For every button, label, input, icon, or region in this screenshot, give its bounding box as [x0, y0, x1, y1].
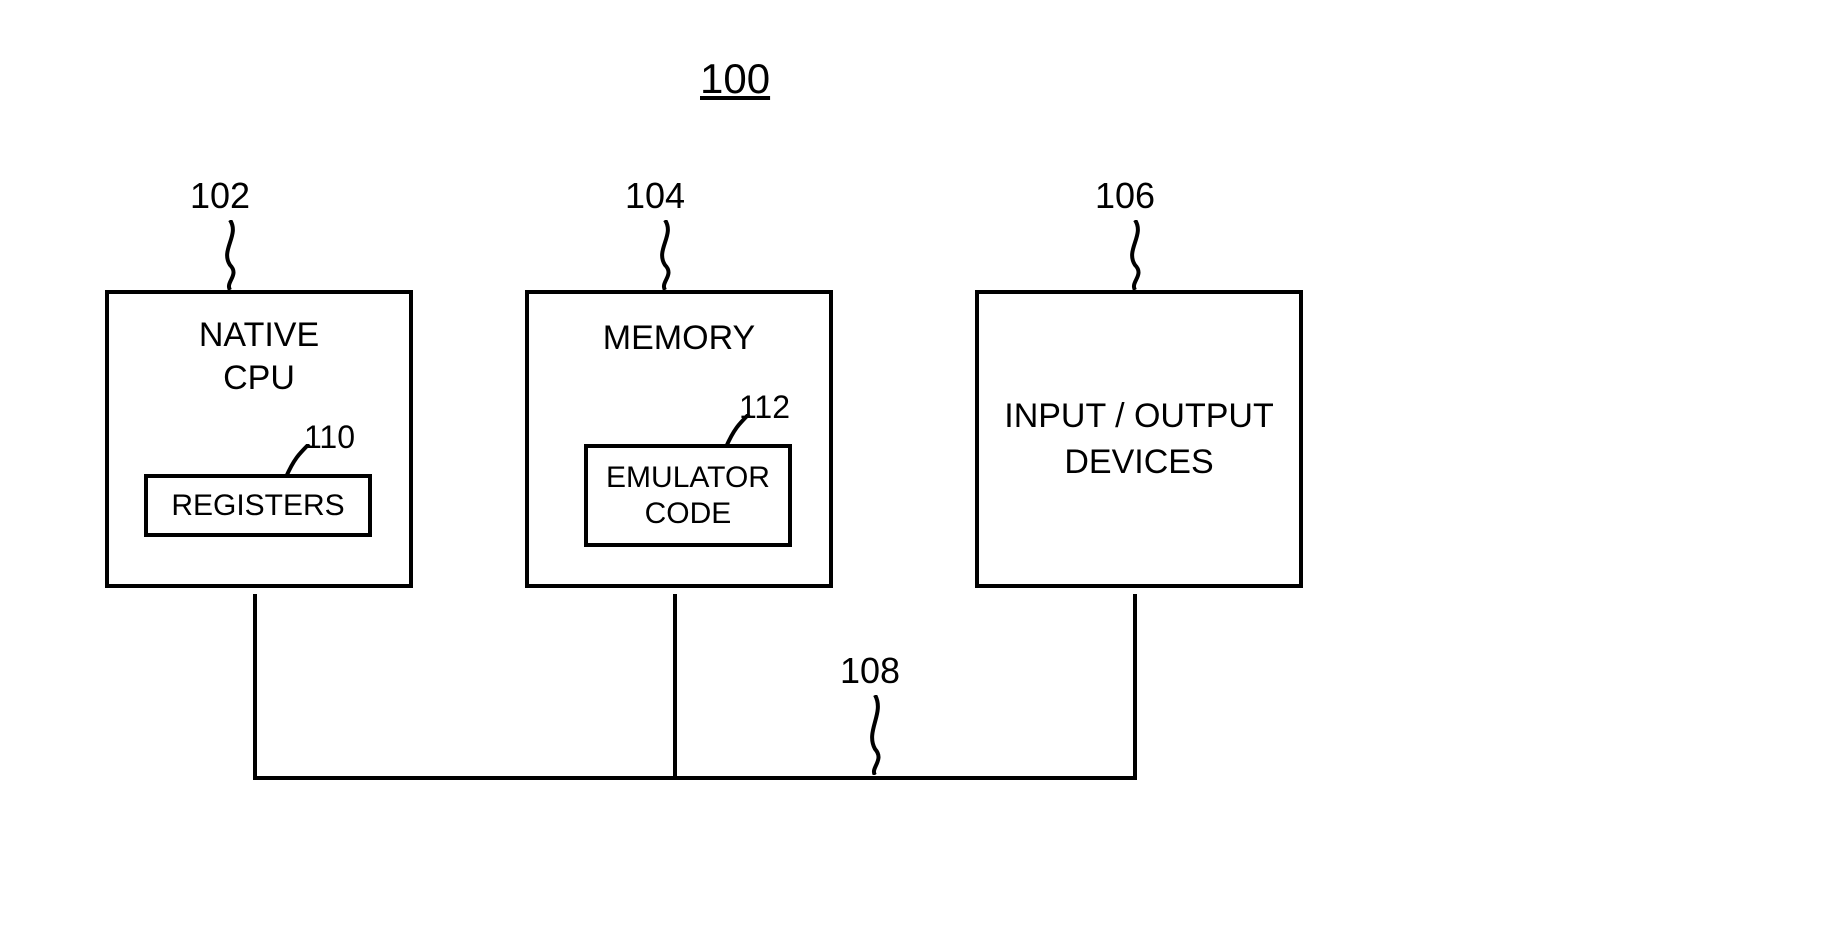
leader-108	[860, 695, 890, 775]
io-title: INPUT / OUTPUT DEVICES	[979, 394, 1299, 486]
box-native-cpu: NATIVE CPU REGISTERS 110	[105, 290, 413, 588]
box-emulator-code: EMULATOR CODE	[584, 444, 792, 547]
ref-102: 102	[190, 175, 250, 217]
leader-102	[215, 220, 245, 290]
emulator-label: EMULATOR CODE	[606, 460, 770, 532]
leader-112	[724, 414, 754, 449]
box-io-devices: INPUT / OUTPUT DEVICES	[975, 290, 1303, 588]
leader-106	[1120, 220, 1150, 290]
cpu-title: NATIVE CPU	[109, 314, 409, 399]
diagram-canvas: 100 102 104 106 NATIVE CPU REGISTERS 110…	[0, 0, 1835, 927]
box-registers: REGISTERS	[144, 474, 372, 537]
bus-drop-mem	[673, 594, 677, 780]
ref-106: 106	[1095, 175, 1155, 217]
ref-104: 104	[625, 175, 685, 217]
box-memory: MEMORY EMULATOR CODE 112	[525, 290, 833, 588]
leader-110	[284, 444, 314, 479]
memory-title: MEMORY	[529, 319, 829, 358]
leader-104	[650, 220, 680, 290]
bus-line	[253, 776, 1137, 780]
bus-drop-cpu	[253, 594, 257, 780]
figure-ref-100: 100	[700, 55, 770, 103]
bus-drop-io	[1133, 594, 1137, 780]
ref-108: 108	[840, 650, 900, 692]
registers-label: REGISTERS	[171, 489, 344, 523]
